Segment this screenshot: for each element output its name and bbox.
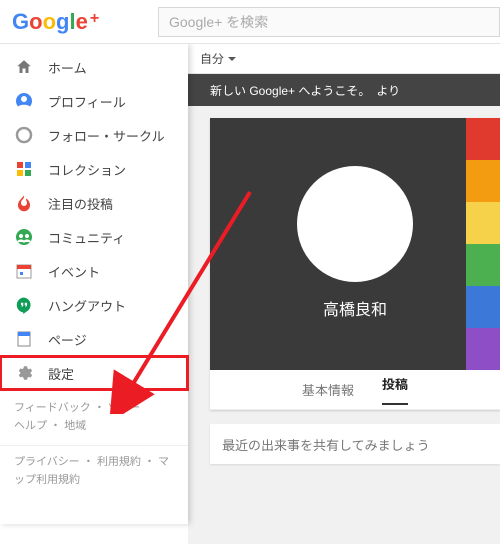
sidebar-footer-2[interactable]: プライバシー ・ 利用規約 ・ マップ利用規約 [0, 445, 188, 493]
sidebar-item-communities[interactable]: コミュニティ [0, 220, 188, 254]
communities-icon [14, 228, 34, 246]
hangouts-icon [14, 296, 34, 314]
share-input[interactable]: 最近の出来事を共有してみましょう [210, 424, 500, 464]
sidebar-item-label: イベント [48, 262, 100, 281]
sidebar-item-label: 設定 [48, 364, 74, 383]
top-bar: Google+ Google+ を検索 [0, 0, 500, 44]
tab-posts[interactable]: 投稿 [382, 374, 408, 405]
sidebar-item-profile[interactable]: プロフィール [0, 84, 188, 118]
sidebar-item-label: 注目の投稿 [48, 194, 113, 213]
cover-stripe [466, 118, 500, 370]
search-placeholder: Google+ を検索 [169, 12, 268, 32]
circles-icon [14, 126, 34, 144]
sidebar-item-hangouts[interactable]: ハングアウト [0, 288, 188, 322]
sidebar-item-pages[interactable]: ページ [0, 322, 188, 356]
sidebar-item-label: ページ [48, 330, 87, 349]
collections-icon [14, 160, 34, 178]
cover-photo[interactable]: 高橋良和 [210, 118, 500, 370]
gear-icon [14, 364, 34, 382]
sidebar: ホーム プロフィール フォロー・サークル コレクション 注目の投稿 コミュニティ [0, 44, 188, 524]
sidebar-item-label: コミュニティ [48, 228, 125, 247]
sidebar-item-collections[interactable]: コレクション [0, 152, 188, 186]
search-input[interactable]: Google+ を検索 [158, 7, 500, 37]
profile-tabs: 基本情報 投稿 [210, 370, 500, 410]
events-icon [14, 262, 34, 280]
sidebar-item-label: ホーム [48, 58, 87, 77]
sidebar-item-whats-hot[interactable]: 注目の投稿 [0, 186, 188, 220]
chevron-down-icon [228, 57, 236, 61]
sidebar-item-label: プロフィール [48, 92, 126, 111]
google-plus-logo[interactable]: Google+ [0, 9, 158, 35]
home-icon [14, 58, 34, 76]
main-content: 新しい Google+ へようこそ。 より 高橋良和 基本情報 投稿 最近の出来… [188, 74, 500, 544]
profile-card: 高橋良和 基本情報 投稿 [210, 118, 500, 410]
profile-name: 高橋良和 [210, 296, 500, 320]
sidebar-item-label: コレクション [48, 160, 126, 179]
sidebar-item-circles[interactable]: フォロー・サークル [0, 118, 188, 152]
sidebar-item-label: フォロー・サークル [48, 126, 165, 145]
sidebar-item-events[interactable]: イベント [0, 254, 188, 288]
profile-icon [14, 92, 34, 110]
tab-about[interactable]: 基本情報 [302, 380, 354, 399]
avatar[interactable] [297, 166, 413, 282]
sidebar-item-home[interactable]: ホーム [0, 50, 188, 84]
sidebar-item-settings[interactable]: 設定 [0, 356, 188, 390]
owner-dropdown[interactable]: 自分 [200, 50, 236, 67]
whats-hot-icon [14, 194, 34, 212]
welcome-banner: 新しい Google+ へようこそ。 より [188, 74, 500, 106]
sidebar-footer-1[interactable]: フィードバック ・ ツアー ヘルプ ・ 地域 [0, 390, 188, 439]
sidebar-item-label: ハングアウト [48, 296, 126, 315]
pages-icon [14, 330, 34, 348]
